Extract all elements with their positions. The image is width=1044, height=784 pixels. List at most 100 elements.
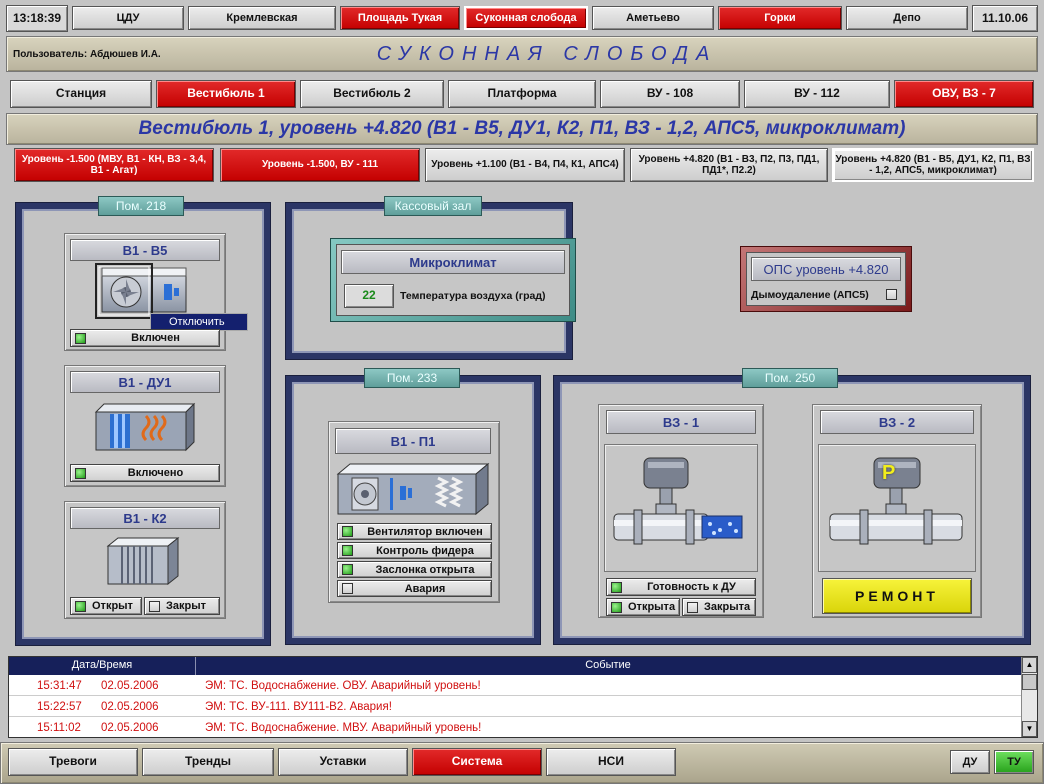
vz1-ready-status[interactable]: Готовность к ДУ — [606, 578, 756, 596]
v1-k2-open-text: Открыт — [92, 600, 133, 612]
v1-p1-status-alarm-text: Авария — [404, 582, 446, 595]
event-log: Дата/Время Событие 15:31:47 02.05.2006 Э… — [8, 656, 1038, 738]
level-button-plus4820-v1v5[interactable]: Уровень +4.820 (В1 - В5, ДУ1, К2, П1, ВЗ… — [832, 148, 1034, 182]
alarms-button[interactable]: Тревоги — [8, 748, 138, 776]
temperature-value: 22 — [344, 284, 394, 308]
v1-k2-closed-text: Закрыт — [166, 600, 207, 612]
station-button-ametyevo[interactable]: Аметьево — [592, 6, 714, 30]
station-button-gorki[interactable]: Горки — [718, 6, 842, 30]
level-button-minus1500-mvu[interactable]: Уровень -1.500 (МВУ, В1 - КН, ВЗ - 3,4, … — [14, 148, 214, 182]
tab-station[interactable]: Станция — [10, 80, 152, 108]
status-led-icon — [342, 545, 353, 556]
context-menu-item-disable[interactable]: Отключить — [151, 314, 247, 328]
v1-k2-open-status[interactable]: Открыт — [70, 597, 142, 615]
event-date: 02.05.2006 — [101, 680, 159, 692]
status-led-icon — [149, 600, 160, 612]
station-button-cdu[interactable]: ЦДУ — [72, 6, 184, 30]
v1-b5-label: В1 - В5 — [70, 239, 220, 261]
tu-mode-button[interactable]: ТУ — [994, 750, 1034, 774]
v1-b5-status[interactable]: Включен — [70, 329, 220, 347]
vz2-repair-button[interactable]: РЕМОНТ — [822, 578, 972, 614]
column-header-event[interactable]: Событие — [196, 659, 1020, 671]
user-label: Пользователь: Абдюшев И.А. — [13, 49, 161, 60]
status-led-icon — [342, 583, 353, 594]
level-button-minus1500-vu111[interactable]: Уровень -1.500, ВУ - 111 — [220, 148, 420, 182]
v1-p1-label: В1 - П1 — [335, 428, 491, 454]
microclimate-title: Микроклимат — [341, 250, 565, 274]
room-233-title: Пом. 233 — [364, 368, 460, 388]
v1-du1-status[interactable]: Включено — [70, 464, 220, 482]
status-led-icon — [75, 600, 86, 612]
event-log-scrollbar[interactable]: ▲ ▼ — [1021, 657, 1037, 737]
event-text: ЭМ: ТС. Водоснабжение. ОВУ. Аварийный ур… — [205, 680, 481, 692]
tab-vu-108[interactable]: ВУ - 108 — [600, 80, 740, 108]
station-button-ploshchad-tukaya[interactable]: Площадь Тукая — [340, 6, 460, 30]
v1-p1-status-feeder[interactable]: Контроль фидера — [337, 542, 492, 559]
table-row[interactable]: 15:22:57 02.05.2006 ЭМ: ТС. ВУ-111. ВУ11… — [9, 697, 1021, 717]
v1-b5-status-text: Включен — [131, 332, 180, 344]
v1-du1-status-text: Включено — [127, 467, 184, 479]
supply-unit-icon[interactable] — [334, 458, 494, 520]
cashier-hall-title: Кассовый зал — [384, 196, 482, 216]
level-button-plus1100[interactable]: Уровень +1.100 (В1 - В4, П4, К1, АПС4) — [425, 148, 625, 182]
trends-button[interactable]: Тренды — [142, 748, 274, 776]
v1-p1-status-alarm[interactable]: Авария — [337, 580, 492, 597]
v1-p1-status-damper[interactable]: Заслонка открыта — [337, 561, 492, 578]
vz1-closed-text: Закрыта — [704, 601, 751, 613]
event-date: 02.05.2006 — [101, 701, 159, 713]
vz1-open-text: Открыта — [628, 601, 676, 613]
table-row[interactable]: 15:11:02 02.05.2006 ЭМ: ТС. Водоснабжени… — [9, 718, 1021, 737]
tab-vu-112[interactable]: ВУ - 112 — [744, 80, 890, 108]
station-title: СУКОННАЯ СЛОБОДА — [376, 43, 718, 65]
vz1-ready-text: Готовность к ДУ — [647, 581, 736, 593]
v1-du1-label: В1 - ДУ1 — [70, 371, 220, 393]
system-button[interactable]: Система — [412, 748, 542, 776]
room-218-title: Пом. 218 — [98, 196, 184, 216]
smoke-removal-led-icon[interactable] — [886, 289, 897, 300]
vz1-label: ВЗ - 1 — [606, 410, 756, 434]
smoke-fan-icon[interactable] — [90, 398, 198, 454]
date-display: 11.10.06 — [972, 5, 1038, 32]
column-header-datetime[interactable]: Дата/Время — [9, 659, 195, 671]
level-button-plus4820-v1v3[interactable]: Уровень +4.820 (В1 - В3, П2, П3, ПД1, ПД… — [630, 148, 828, 182]
tab-platform[interactable]: Платформа — [448, 80, 596, 108]
v1-k2-label: В1 - К2 — [70, 507, 220, 529]
fan-unit-icon[interactable] — [90, 262, 196, 320]
vz1-open-status[interactable]: Открыта — [606, 598, 680, 616]
tab-vestibule-1[interactable]: Вестибюль 1 — [156, 80, 296, 108]
ops-title: ОПС уровень +4.820 — [751, 257, 901, 281]
scada-screen: 13:18:39 ЦДУ Кремлевская Площадь Тукая С… — [0, 0, 1044, 784]
event-log-header: Дата/Время Событие — [9, 657, 1021, 675]
nsi-button[interactable]: НСИ — [546, 748, 676, 776]
tab-ovu-vz-7[interactable]: ОВУ, ВЗ - 7 — [894, 80, 1034, 108]
status-led-icon — [611, 581, 622, 593]
event-time: 15:11:02 — [37, 722, 81, 734]
v1-p1-status-fan[interactable]: Вентилятор включен — [337, 523, 492, 540]
station-button-sukonnaya-sloboda[interactable]: Суконная слобода — [464, 6, 588, 30]
v1-p1-status-fan-text: Вентилятор включен — [367, 525, 483, 538]
status-led-icon — [342, 526, 353, 537]
v1-p1-status-feeder-text: Контроль фидера — [376, 544, 474, 557]
station-button-kremlevskaya[interactable]: Кремлевская — [188, 6, 336, 30]
setpoints-button[interactable]: Уставки — [278, 748, 408, 776]
status-led-icon — [75, 467, 86, 479]
scroll-up-icon[interactable]: ▲ — [1022, 657, 1037, 673]
smoke-removal-label: Дымоудаление (АПС5) — [751, 289, 869, 301]
valve-icon[interactable] — [610, 454, 754, 564]
heater-unit-icon[interactable] — [104, 534, 184, 590]
scroll-thumb[interactable] — [1022, 674, 1037, 690]
page-title-bar: Вестибюль 1, уровень +4.820 (В1 - В5, ДУ… — [6, 113, 1038, 145]
du-mode-button[interactable]: ДУ — [950, 750, 990, 774]
station-bar: Пользователь: Абдюшев И.А. СУКОННАЯ СЛОБ… — [6, 36, 1038, 72]
vz1-closed-status[interactable]: Закрыта — [682, 598, 756, 616]
scroll-down-icon[interactable]: ▼ — [1022, 721, 1037, 737]
valve-icon[interactable] — [826, 454, 970, 564]
clock: 13:18:39 — [6, 5, 68, 32]
page-title: Вестибюль 1, уровень +4.820 (В1 - В5, ДУ… — [138, 118, 906, 139]
table-row[interactable]: 15:31:47 02.05.2006 ЭМ: ТС. Водоснабжени… — [9, 676, 1021, 696]
tab-vestibule-2[interactable]: Вестибюль 2 — [300, 80, 444, 108]
status-led-icon — [342, 564, 353, 575]
event-date: 02.05.2006 — [101, 722, 159, 734]
station-button-depo[interactable]: Депо — [846, 6, 968, 30]
v1-k2-closed-status[interactable]: Закрыт — [144, 597, 220, 615]
